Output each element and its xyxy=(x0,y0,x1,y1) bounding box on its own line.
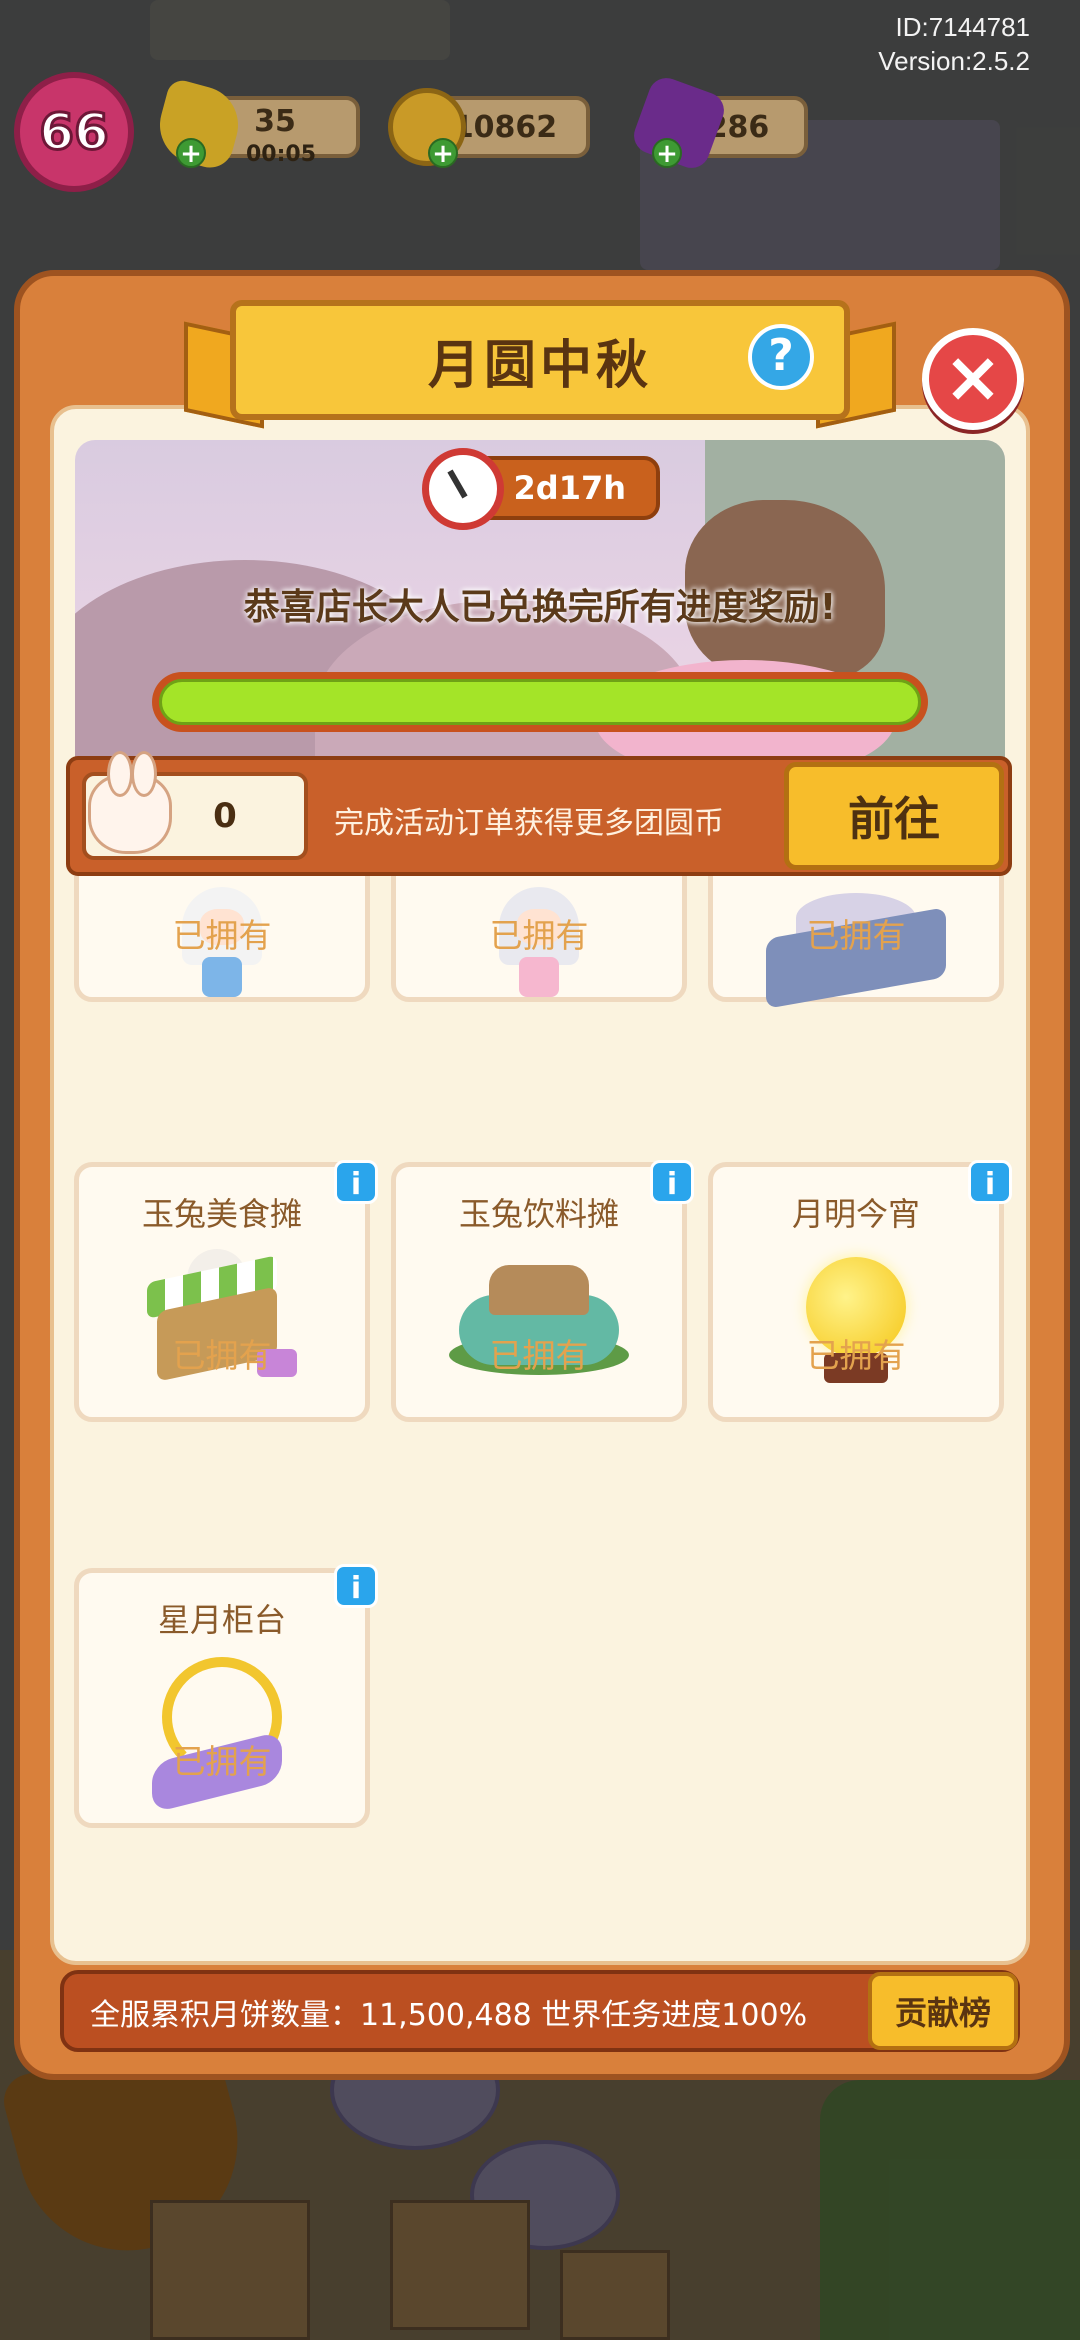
go-button-label: 前往 xyxy=(848,792,940,846)
reward-card[interactable]: 星月柜台 已拥有 xyxy=(74,1568,370,1828)
reward-status: 已拥有 xyxy=(172,916,272,955)
reward-card[interactable]: 已拥有 xyxy=(708,876,1004,1009)
reward-status: 已拥有 xyxy=(806,1336,906,1375)
build-info: ID:7144781 Version:2.5.2 xyxy=(878,10,1030,78)
reward-name: 玉兔饮料摊 xyxy=(458,1195,619,1233)
add-energy-icon[interactable]: + xyxy=(176,138,206,168)
event-currency-amount: 0 xyxy=(213,796,237,836)
reward-card[interactable]: 玉兔美食摊 已拥有 xyxy=(74,1162,370,1422)
reward-card[interactable]: 玉兔饮料摊 已拥有 xyxy=(391,1162,687,1422)
info-icon[interactable]: i xyxy=(334,1564,378,1608)
currency-hint: 完成活动订单获得更多团圆币 xyxy=(334,806,724,841)
world-progress-text: 全服累积月饼数量：11,500,488 世界任务进度100% xyxy=(90,1998,808,2033)
reward-card[interactable]: 已拥有 xyxy=(391,876,687,1002)
congrats-message: 恭喜店长大人已兑换完所有进度奖励! xyxy=(243,587,837,628)
reward-status: 已拥有 xyxy=(489,916,589,955)
reward-grid[interactable]: 已拥有 已拥有 已拥有 玉兔美食摊 已拥有 玉兔饮料摊 已拥有 月明今宵 已拥有 xyxy=(66,876,1012,1956)
rank-button-label: 贡献榜 xyxy=(894,1994,991,2032)
add-gem-icon[interactable]: + xyxy=(652,138,682,168)
reward-name: 星月柜台 xyxy=(157,1601,286,1639)
reward-status: 已拥有 xyxy=(172,1742,272,1781)
reward-status: 已拥有 xyxy=(489,1336,589,1375)
reward-name: 月明今宵 xyxy=(791,1195,920,1233)
clock-icon xyxy=(422,448,504,530)
reward-status: 已拥有 xyxy=(172,1336,272,1375)
help-icon[interactable]: ? xyxy=(748,324,814,390)
reward-name: 玉兔美食摊 xyxy=(141,1195,302,1233)
info-icon[interactable]: i xyxy=(334,1160,378,1204)
event-title: 月圆中秋 xyxy=(427,335,652,396)
bunny-coin-icon xyxy=(88,751,172,854)
star-moon-counter-icon xyxy=(152,1657,292,1814)
energy-value: 35 xyxy=(254,103,296,139)
close-button[interactable]: × xyxy=(922,328,1024,430)
reward-card[interactable]: 月明今宵 已拥有 xyxy=(708,1162,1004,1422)
player-level-badge[interactable]: 66 xyxy=(14,72,134,192)
reward-progress-fill xyxy=(159,679,921,725)
reward-status: 已拥有 xyxy=(806,916,906,955)
user-id: ID:7144781 xyxy=(895,12,1030,42)
info-icon[interactable]: i xyxy=(968,1160,1012,1204)
reward-card[interactable]: 已拥有 xyxy=(74,876,370,1002)
version-text: Version:2.5.2 xyxy=(878,46,1030,76)
reward-progress-bar xyxy=(152,672,928,732)
info-icon[interactable]: i xyxy=(650,1160,694,1204)
coin-value: 10862 xyxy=(452,109,558,145)
event-time-left: 2d17h xyxy=(513,469,626,507)
go-button[interactable]: 前往 xyxy=(784,762,1004,870)
energy-timer: 00:05 xyxy=(246,142,317,167)
player-level: 66 xyxy=(38,102,111,163)
contribution-rank-button[interactable]: 贡献榜 xyxy=(868,1972,1018,2050)
add-coin-icon[interactable]: + xyxy=(428,138,458,168)
